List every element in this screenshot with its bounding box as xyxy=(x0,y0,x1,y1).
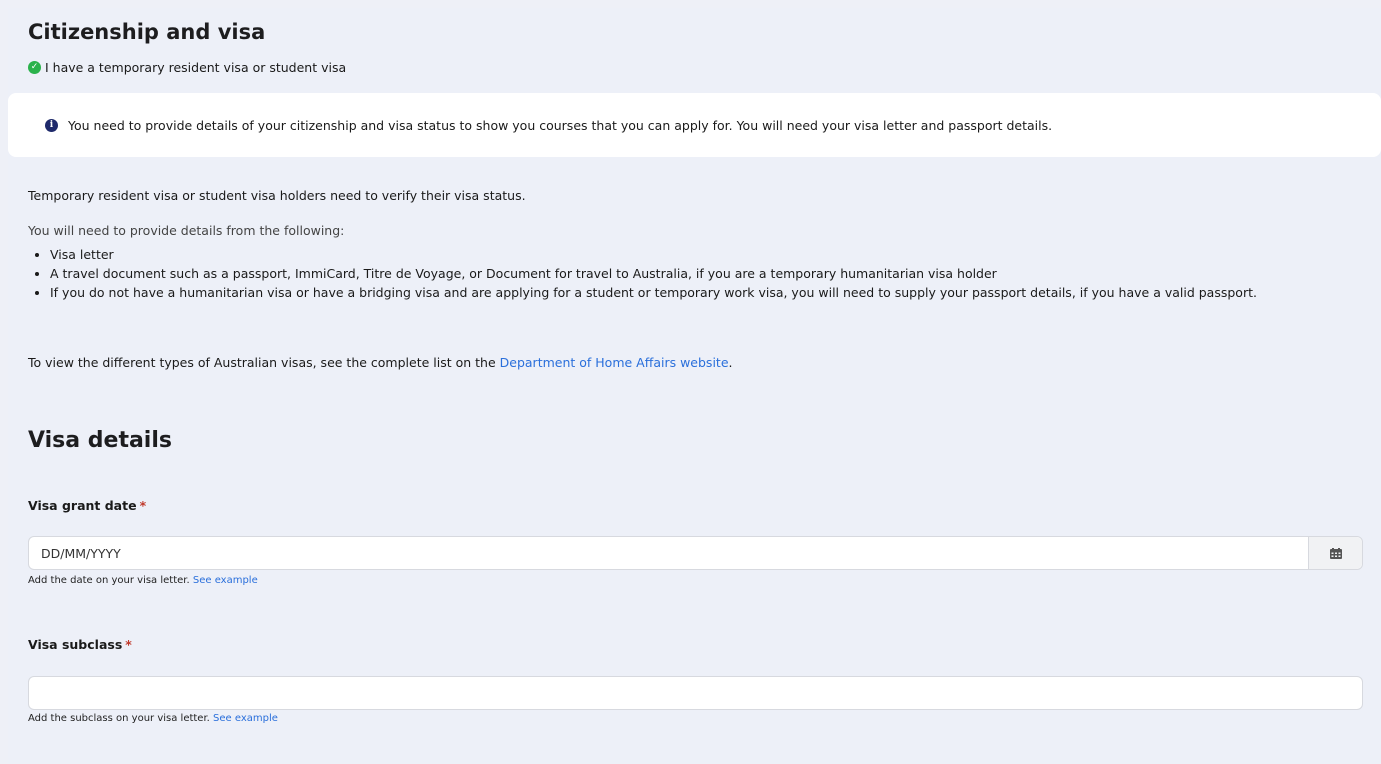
info-circle-icon: i xyxy=(45,118,58,132)
visa-subclass-label-text: Visa subclass xyxy=(28,637,123,652)
visa-types-text: To view the different types of Australia… xyxy=(28,355,500,370)
citizenship-status-text: I have a temporary resident visa or stud… xyxy=(45,60,347,75)
visa-grant-date-field xyxy=(28,536,1363,570)
visa-types-suffix: . xyxy=(728,355,733,370)
visa-types-paragraph: To view the different types of Australia… xyxy=(28,355,733,370)
required-marker: * xyxy=(139,498,147,513)
see-example-link[interactable]: See example xyxy=(213,713,278,724)
visa-grant-date-label: Visa grant date * xyxy=(28,498,146,513)
visa-subclass-hint: Add the subclass on your visa letter. Se… xyxy=(28,713,278,724)
requirements-intro: You will need to provide details from th… xyxy=(28,223,345,238)
calendar-icon xyxy=(1329,547,1342,559)
visa-subclass-input[interactable] xyxy=(29,677,1362,709)
page-background: Citizenship and visa ✓ I have a temporar… xyxy=(8,8,1381,764)
info-callout-text: You need to provide details of your citi… xyxy=(68,117,1053,133)
required-marker: * xyxy=(125,637,132,652)
verify-paragraph: Temporary resident visa or student visa … xyxy=(28,188,526,203)
check-circle-icon: ✓ xyxy=(28,61,41,74)
visa-grant-date-label-text: Visa grant date xyxy=(28,498,137,513)
visa-grant-date-hint-text: Add the date on your visa letter. xyxy=(28,575,190,586)
list-item: A travel document such as a passport, Im… xyxy=(50,264,1378,283)
visa-subclass-label: Visa subclass * xyxy=(28,637,132,652)
calendar-button[interactable] xyxy=(1308,537,1362,569)
citizenship-title: Citizenship and visa xyxy=(28,20,266,44)
visa-subclass-field xyxy=(28,676,1363,710)
citizenship-status: ✓ I have a temporary resident visa or st… xyxy=(28,60,346,75)
visa-subclass-hint-text: Add the subclass on your visa letter. xyxy=(28,713,210,724)
list-item: Visa letter xyxy=(50,245,1378,264)
visa-details-title: Visa details xyxy=(28,428,172,453)
visa-grant-date-input[interactable] xyxy=(29,537,1308,569)
see-example-link[interactable]: See example xyxy=(193,575,258,586)
list-item: If you do not have a humanitarian visa o… xyxy=(50,283,1378,302)
visa-grant-date-hint: Add the date on your visa letter. See ex… xyxy=(28,575,258,586)
home-affairs-link[interactable]: Department of Home Affairs website xyxy=(500,355,729,370)
requirements-list: Visa letter A travel document such as a … xyxy=(28,245,1378,302)
info-callout: i You need to provide details of your ci… xyxy=(8,93,1381,157)
